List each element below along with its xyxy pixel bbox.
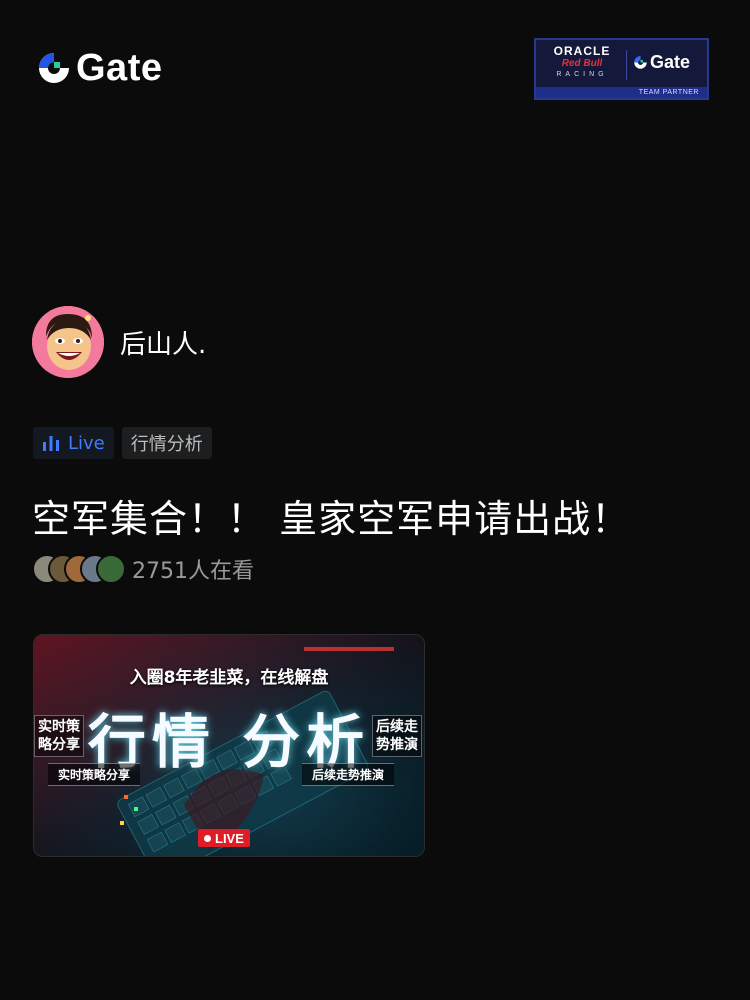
post-title: 空军集合！！ 皇家空军申请出战！ — [32, 497, 631, 541]
gate-logo-icon — [39, 53, 69, 83]
redbull-text: Red Bull — [561, 58, 603, 69]
brand-logo[interactable]: Gate — [36, 47, 163, 89]
oracle-redbull-logo: ORACLE Red Bull RACING — [544, 45, 620, 80]
partner-banner[interactable]: ORACLE Red Bull RACING Gate TEAM PARTNER — [534, 38, 709, 100]
post-page: Gate ORACLE Red Bull RACING Gate TEAM PA… — [0, 0, 750, 1000]
bar-chart-icon — [43, 436, 59, 451]
category-tag-label: 行情分析 — [130, 434, 203, 455]
partner-gate-name: Gate — [650, 52, 691, 72]
thumb-pill-left: 实时策略分享 — [48, 763, 141, 786]
author-name[interactable]: 后山人. — [120, 324, 206, 361]
partner-divider — [626, 50, 627, 80]
partner-gate-logo: Gate — [633, 53, 690, 71]
live-badge: LIVE — [198, 829, 250, 847]
author-row[interactable]: 后山人. — [32, 306, 206, 378]
live-thumbnail[interactable]: 入圈8年老韭菜，在线解盘 行情 分析 实时策 略分享 后续走 势推演 实时策略分… — [33, 634, 425, 857]
viewer-count: 2751人在看 — [132, 559, 254, 584]
thumb-side-right: 后续走 势推演 — [372, 715, 422, 757]
viewer-avatars — [32, 554, 126, 584]
viewer-row: 2751人在看 — [32, 553, 254, 585]
thumb-headline: 入圈8年老韭菜，在线解盘 — [129, 668, 329, 688]
tag-row: Live 行情分析 — [33, 427, 212, 459]
live-tag[interactable]: Live — [33, 427, 114, 459]
cartoon-avatar-icon — [32, 306, 104, 378]
category-tag[interactable]: 行情分析 — [121, 427, 212, 459]
oracle-text: ORACLE — [553, 44, 611, 58]
brand-name: Gate — [76, 47, 163, 89]
team-partner-caption: TEAM PARTNER — [638, 89, 699, 96]
live-tag-label: Live — [68, 432, 105, 454]
author-avatar[interactable] — [32, 306, 104, 378]
gate-logo-icon — [634, 55, 647, 69]
live-badge-label: LIVE — [215, 830, 244, 846]
viewer-avatar — [96, 554, 126, 584]
live-dot-icon — [204, 834, 211, 842]
thumb-side-left: 实时策 略分享 — [34, 715, 84, 757]
racing-text: RACING — [556, 71, 608, 78]
thumb-pill-right: 后续走势推演 — [301, 763, 394, 786]
